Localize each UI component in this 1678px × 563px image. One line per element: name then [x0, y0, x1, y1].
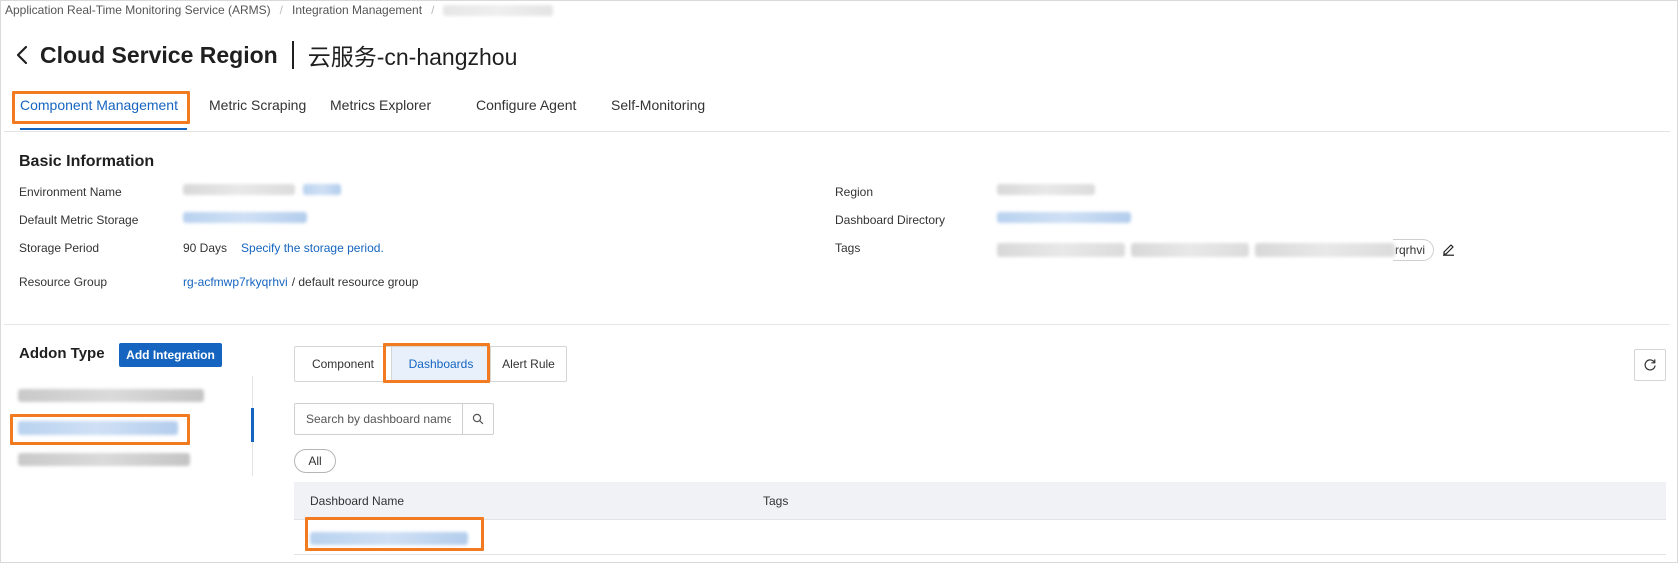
column-tags: Tags [763, 494, 789, 508]
tab-configure-agent[interactable]: Configure Agent [476, 92, 576, 130]
environment-name-value [183, 184, 341, 195]
tags-label: Tags [835, 241, 861, 255]
region-redacted [997, 184, 1095, 195]
search-icon [472, 413, 484, 425]
region-value [997, 184, 1095, 195]
tab-bar: Component Management Metric Scraping Met… [4, 92, 1670, 132]
breadcrumb-arms[interactable]: Application Real-Time Monitoring Service… [5, 3, 271, 17]
addon-type-title: Addon Type [19, 345, 105, 362]
refresh-icon [1644, 359, 1656, 371]
page-header: Cloud Service Region 云服务-cn-hangzhou [12, 38, 517, 72]
resource-group-label: Resource Group [19, 275, 108, 289]
environment-name-redacted [183, 184, 295, 195]
metric-storage-redacted[interactable] [183, 212, 307, 223]
segment-dashboards[interactable]: Dashboards [391, 347, 490, 381]
dashboard-directory-value[interactable] [997, 212, 1131, 223]
resource-group-value: rg-acfmwp7rkyqrhvi / default resource gr… [183, 275, 418, 289]
addon-item-3-redacted[interactable] [18, 453, 190, 466]
breadcrumb-separator: / [279, 3, 283, 17]
breadcrumb-separator: / [431, 3, 435, 17]
edit-icon[interactable] [1442, 242, 1458, 258]
tab-component-management[interactable]: Component Management [20, 92, 187, 130]
specify-storage-period-link[interactable]: Specify the storage period. [241, 241, 384, 255]
column-dashboard-name: Dashboard Name [310, 494, 405, 508]
tab-metric-scraping[interactable]: Metric Scraping [209, 92, 306, 130]
breadcrumb-integration-management[interactable]: Integration Management [292, 3, 422, 17]
resource-group-link[interactable]: rg-acfmwp7rkyqrhvi [183, 275, 288, 289]
dashboard-directory-label: Dashboard Directory [835, 213, 946, 227]
storage-period-label: Storage Period [19, 241, 100, 255]
title-divider [291, 41, 294, 69]
breadcrumb-current-redacted [443, 4, 554, 16]
search-input[interactable] [295, 404, 462, 434]
table-row [294, 521, 1666, 555]
dashboard-directory-redacted[interactable] [997, 212, 1131, 223]
breadcrumb: Application Real-Time Monitoring Service… [5, 3, 554, 17]
tab-metrics-explorer[interactable]: Metrics Explorer [330, 92, 431, 130]
tab-self-monitoring[interactable]: Self-Monitoring [611, 92, 705, 130]
table-header: Dashboard Name Tags [294, 482, 1666, 520]
tag-redacted-1 [997, 243, 1125, 257]
tag-redacted-2 [1131, 243, 1249, 257]
segment-alert-rule[interactable]: Alert Rule [490, 347, 566, 381]
tag-redacted-3 [1255, 243, 1395, 257]
view-switcher: Component Dashboards Alert Rule [294, 346, 567, 382]
tags-value: rqrhvi [997, 239, 1458, 261]
resource-group-suffix: / default resource group [291, 275, 419, 289]
add-integration-button[interactable]: Add Integration [119, 343, 222, 367]
addon-item-1-redacted[interactable] [18, 389, 204, 402]
addon-item-2-redacted[interactable] [18, 421, 178, 435]
dashboard-search [294, 403, 494, 435]
storage-period-days: 90 Days [183, 241, 228, 255]
storage-period-value: 90 Days Specify the storage period. [183, 241, 384, 255]
dashboard-name-link-redacted[interactable] [310, 532, 468, 545]
region-label: Region [835, 185, 874, 199]
addon-active-indicator [251, 408, 254, 442]
section-divider [4, 324, 1670, 325]
segment-component[interactable]: Component [295, 347, 391, 381]
search-button[interactable] [462, 404, 493, 434]
tag-pill-text: rqrhvi [1395, 243, 1426, 257]
environment-name-label: Environment Name [19, 185, 122, 199]
filter-all-chip[interactable]: All [294, 449, 336, 473]
page-subtitle: 云服务-cn-hangzhou [307, 44, 518, 70]
chevron-left-icon[interactable] [12, 41, 32, 69]
page-title: Cloud Service Region [40, 41, 278, 68]
environment-detail-link-redacted[interactable] [303, 184, 341, 195]
default-metric-storage-label: Default Metric Storage [19, 213, 139, 227]
refresh-button[interactable] [1634, 349, 1666, 381]
default-metric-storage-value[interactable] [183, 212, 307, 223]
basic-info-title: Basic Information [19, 153, 155, 170]
tag-pill: rqrhvi [1393, 239, 1435, 261]
